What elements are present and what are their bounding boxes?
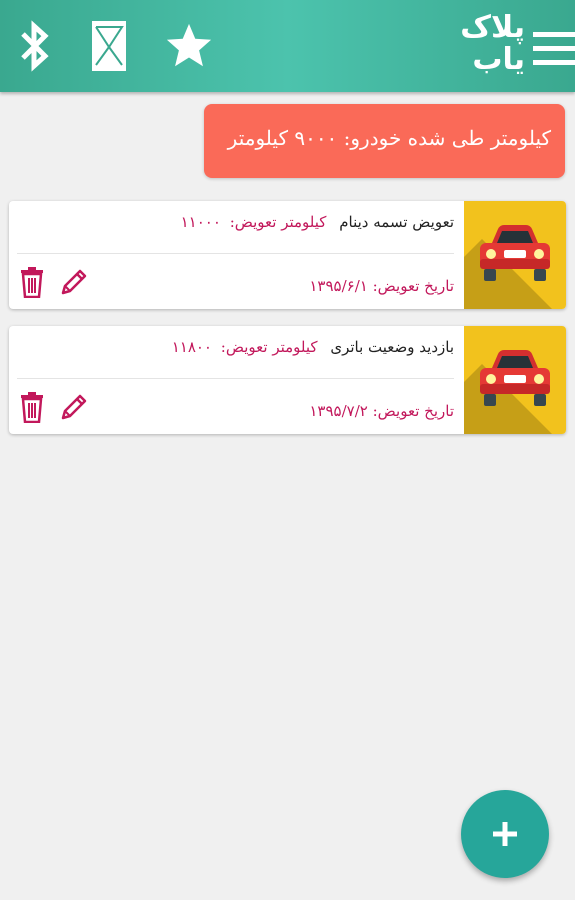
delete-button[interactable] [17,265,47,299]
edit-button[interactable] [59,390,89,424]
date-value: ۱۳۹۵/۶/۱ [309,277,368,295]
km-value: ۱۱۸۰۰ [171,338,212,356]
km-label: کیلومتر تعویض: [229,213,327,231]
car-icon [480,225,550,281]
km-value: ۱۱۰۰۰ [180,213,221,231]
trash-icon [21,392,43,423]
record-card[interactable]: بازدید وضعیت باتری کیلومتر تعویض: ۱۱۸۰۰ … [9,326,566,434]
divider [17,253,454,254]
car-icon [480,350,550,406]
km-label: کیلومتر تعویض: [220,338,318,356]
record-card[interactable]: تعویض تسمه دینام کیلومتر تعویض: ۱۱۰۰۰ تا… [9,201,566,309]
logo-line-2: یاب [472,42,525,77]
record-thumbnail [464,201,566,309]
pencil-icon [61,269,87,295]
record-header: بازدید وضعیت باتری کیلومتر تعویض: ۱۱۸۰۰ [172,338,454,356]
record-date: تاریخ تعویض: ۱۳۹۵/۶/۱ [309,277,454,295]
delete-button[interactable] [17,390,47,424]
favorites-button[interactable] [164,18,214,74]
bluetooth-button[interactable] [10,18,60,74]
menu-icon [533,32,575,37]
divider [17,378,454,379]
record-thumbnail [464,326,566,434]
bluetooth-icon [21,20,49,72]
date-label: تاریخ تعویض: [372,277,454,295]
app-logo: پلاک یاب [445,12,525,78]
odometer-text: کیلومتر طی شده خودرو: ۹۰۰۰ کیلومتر [227,126,551,150]
add-record-button[interactable] [461,790,549,878]
record-header: تعویض تسمه دینام کیلومتر تعویض: ۱۱۰۰۰ [181,213,454,231]
app-bar: پلاک یاب [0,0,575,92]
record-title: تعویض تسمه دینام [339,213,454,231]
sms-icon [92,21,126,71]
menu-button[interactable] [533,30,575,72]
star-icon [166,23,212,67]
date-value: ۱۳۹۵/۷/۲ [309,402,368,420]
odometer-banner: کیلومتر طی شده خودرو: ۹۰۰۰ کیلومتر [204,104,565,178]
sms-button[interactable] [84,18,134,74]
record-title: بازدید وضعیت باتری [330,338,454,356]
add-icon [493,822,517,846]
record-date: تاریخ تعویض: ۱۳۹۵/۷/۲ [309,402,454,420]
date-label: تاریخ تعویض: [372,402,454,420]
pencil-icon [61,394,87,420]
edit-button[interactable] [59,265,89,299]
logo-line-1: پلاک [460,10,525,45]
trash-icon [21,267,43,298]
